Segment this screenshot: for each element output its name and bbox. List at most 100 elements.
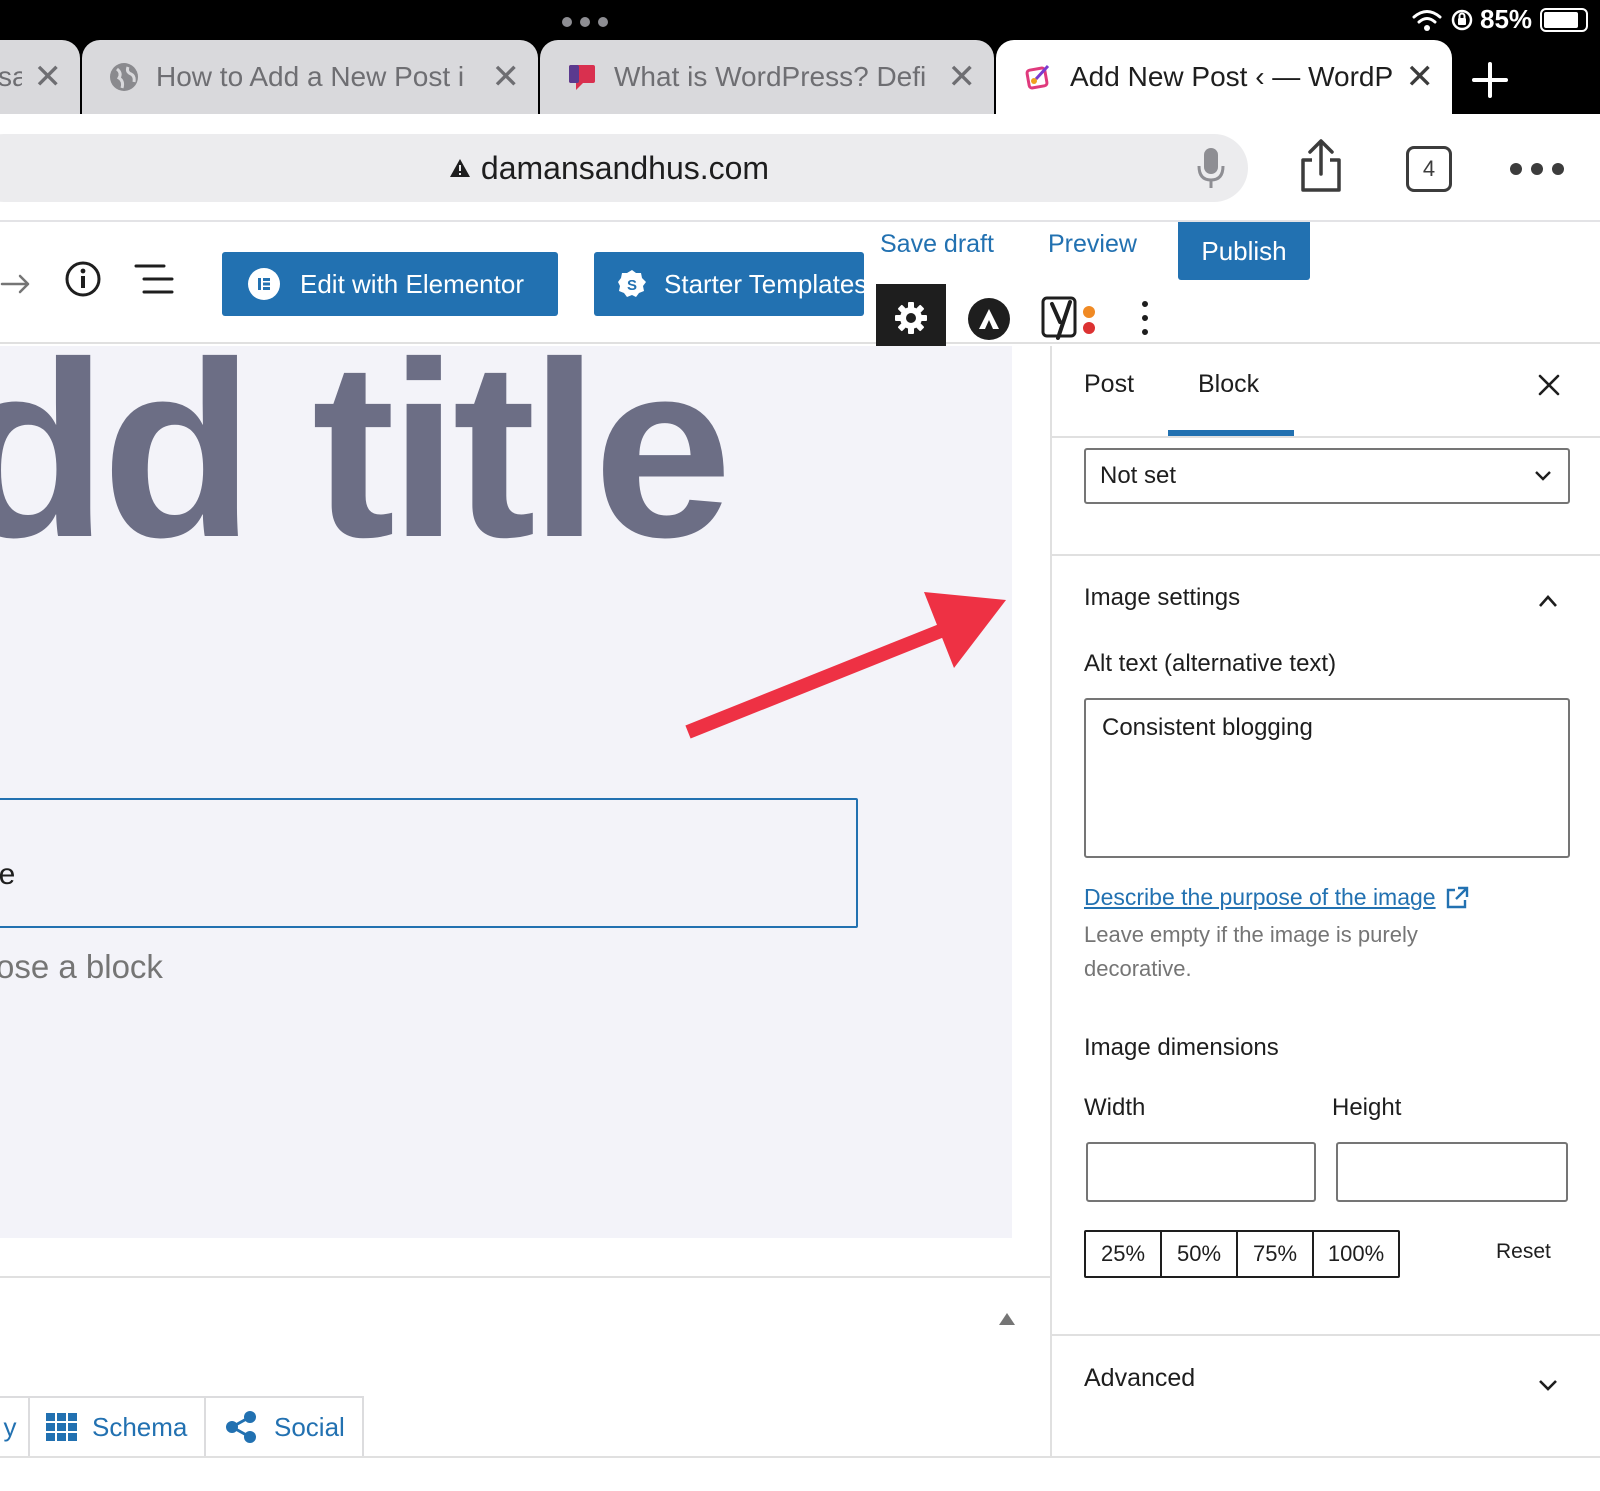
wifi-icon bbox=[1412, 10, 1442, 31]
kebab-menu-icon[interactable] bbox=[1138, 298, 1152, 338]
list-view-icon[interactable] bbox=[134, 262, 174, 296]
resolution-select[interactable]: Not set bbox=[1084, 448, 1570, 504]
microphone-icon[interactable] bbox=[1196, 146, 1226, 190]
height-input[interactable] bbox=[1336, 1142, 1568, 1202]
editor-canvas: dd title le ose a block bbox=[0, 346, 1012, 1238]
height-label: Height bbox=[1332, 1094, 1402, 1121]
percent-button-group: 25% 50% 75% 100% bbox=[1084, 1230, 1400, 1278]
preview-button[interactable]: Preview bbox=[1048, 230, 1137, 259]
meta-boxes-area: y Schema Social bbox=[0, 1276, 1050, 1458]
edit-with-elementor-button[interactable]: Edit with Elementor bbox=[222, 252, 558, 316]
advanced-heading: Advanced bbox=[1084, 1364, 1196, 1392]
starter-templates-icon: S bbox=[618, 270, 646, 297]
schema-tab[interactable]: Schema bbox=[28, 1396, 206, 1456]
bottom-divider bbox=[0, 1456, 1600, 1458]
tab-block[interactable]: Block bbox=[1198, 370, 1259, 399]
redo-icon[interactable] bbox=[0, 264, 32, 296]
address-bar[interactable]: damansandhus.com bbox=[0, 134, 1248, 202]
reset-button[interactable]: Reset bbox=[1496, 1240, 1551, 1264]
gear-icon bbox=[895, 302, 927, 334]
tab-post[interactable]: Post bbox=[1084, 370, 1134, 399]
red-arrow-annotation bbox=[685, 592, 1006, 739]
collapse-triangle-icon[interactable] bbox=[998, 1312, 1016, 1326]
alt-text-help: Leave empty if the image is purely decor… bbox=[1084, 922, 1418, 981]
tab-count: 4 bbox=[1422, 156, 1436, 181]
edit-with-elementor-label: Edit with Elementor bbox=[300, 268, 524, 299]
settings-sidebar: Post Block Not set Image settings Alt te… bbox=[1050, 346, 1600, 1458]
tab-title: What is WordPress? Defi bbox=[614, 61, 927, 92]
yoast-seo-icon[interactable] bbox=[1040, 294, 1102, 342]
tab-count-button[interactable]: 4 bbox=[1406, 146, 1452, 192]
tab-title: Add New Post ‹ — WordP bbox=[1070, 61, 1394, 92]
width-input[interactable] bbox=[1086, 1142, 1316, 1202]
percent-75-button[interactable]: 75% bbox=[1238, 1232, 1314, 1276]
astra-icon[interactable] bbox=[968, 298, 1010, 340]
external-link-icon bbox=[1446, 886, 1468, 908]
url-text: damansandhus.com bbox=[480, 149, 770, 186]
meta-tab-partial-label: y bbox=[3, 1411, 17, 1442]
close-icon[interactable]: ✕ bbox=[948, 60, 977, 94]
battery-icon bbox=[1540, 8, 1588, 32]
percent-50-button[interactable]: 50% bbox=[1162, 1232, 1238, 1276]
grid-icon bbox=[46, 1413, 77, 1441]
alt-text-label: Alt text (alternative text) bbox=[1084, 650, 1337, 677]
browser-address-row: damansandhus.com 4 bbox=[0, 114, 1600, 222]
multitask-dots-icon[interactable] bbox=[562, 14, 608, 30]
image-block[interactable]: le bbox=[0, 798, 858, 928]
orientation-lock-icon bbox=[1451, 9, 1473, 31]
alt-text-value: Consistent blogging bbox=[1102, 714, 1313, 741]
close-icon[interactable]: ✕ bbox=[492, 60, 521, 94]
wordpress-favicon-icon bbox=[1025, 64, 1050, 90]
chevron-down-icon bbox=[1535, 471, 1551, 481]
image-settings-panel-header[interactable]: Image settings bbox=[1052, 558, 1600, 628]
starter-templates-label: Starter Templates bbox=[664, 268, 864, 299]
width-label: Width bbox=[1084, 1094, 1146, 1121]
active-tab-indicator bbox=[1168, 430, 1294, 436]
close-icon[interactable] bbox=[1538, 374, 1560, 396]
alt-text-textarea[interactable]: Consistent blogging bbox=[1084, 698, 1570, 858]
chevron-up-icon bbox=[1539, 595, 1557, 607]
more-options-icon[interactable] bbox=[1510, 162, 1564, 176]
describe-purpose-link-text: Describe the purpose of the image bbox=[1084, 884, 1436, 910]
image-block-text: le bbox=[0, 858, 16, 891]
chevron-down-icon bbox=[1539, 1380, 1557, 1391]
social-tab[interactable]: Social bbox=[204, 1396, 364, 1456]
image-dimensions-heading: Image dimensions bbox=[1084, 1034, 1279, 1061]
site-favicon-icon bbox=[569, 65, 595, 90]
select-value: Not set bbox=[1100, 462, 1177, 489]
browser-tab-2[interactable]: How to Add a New Post i ✕ bbox=[82, 40, 538, 114]
svg-text:S: S bbox=[627, 277, 637, 294]
block-appender-placeholder[interactable]: ose a block bbox=[0, 948, 163, 986]
battery-percentage: 85% bbox=[1480, 4, 1533, 34]
describe-purpose-link[interactable]: Describe the purpose of the image bbox=[1084, 884, 1470, 911]
close-icon[interactable]: ✕ bbox=[1406, 60, 1435, 94]
percent-25-button[interactable]: 25% bbox=[1086, 1232, 1162, 1276]
percent-100-button[interactable]: 100% bbox=[1314, 1232, 1398, 1276]
save-draft-button[interactable]: Save draft bbox=[880, 230, 994, 259]
close-icon[interactable]: ✕ bbox=[34, 60, 63, 94]
globe-icon bbox=[110, 63, 138, 91]
warning-icon bbox=[449, 159, 470, 177]
tab-title: sa bbox=[0, 61, 22, 92]
post-title-placeholder[interactable]: dd title bbox=[0, 346, 732, 593]
browser-tab-bar: 85% sa ✕ How to Add a New Post i ✕ What … bbox=[0, 0, 1600, 116]
sidebar-tabs: Post Block bbox=[1052, 346, 1600, 438]
share-icon[interactable] bbox=[1298, 138, 1344, 194]
meta-tab-partial[interactable]: y bbox=[0, 1396, 30, 1456]
advanced-panel-header[interactable]: Advanced bbox=[1052, 1336, 1600, 1436]
publish-button[interactable]: Publish bbox=[1178, 222, 1310, 280]
browser-tab-4-active[interactable]: Add New Post ‹ — WordP ✕ bbox=[996, 40, 1452, 114]
share-nodes-icon bbox=[226, 1411, 256, 1443]
settings-button[interactable] bbox=[876, 284, 946, 352]
social-tab-label: Social bbox=[274, 1411, 345, 1442]
image-settings-heading: Image settings bbox=[1084, 584, 1241, 611]
elementor-icon bbox=[248, 268, 280, 300]
info-icon[interactable] bbox=[64, 260, 102, 298]
browser-tab-3[interactable]: What is WordPress? Defi ✕ bbox=[540, 40, 994, 114]
starter-templates-button[interactable]: S Starter Templates bbox=[594, 252, 864, 316]
editor-toolbar: Edit with Elementor S Starter Templates … bbox=[0, 222, 1600, 352]
publish-label: Publish bbox=[1201, 235, 1287, 266]
tab-title: How to Add a New Post i bbox=[156, 61, 465, 92]
new-tab-plus-icon[interactable] bbox=[1470, 60, 1510, 100]
browser-tab-1[interactable]: sa ✕ bbox=[0, 40, 80, 114]
